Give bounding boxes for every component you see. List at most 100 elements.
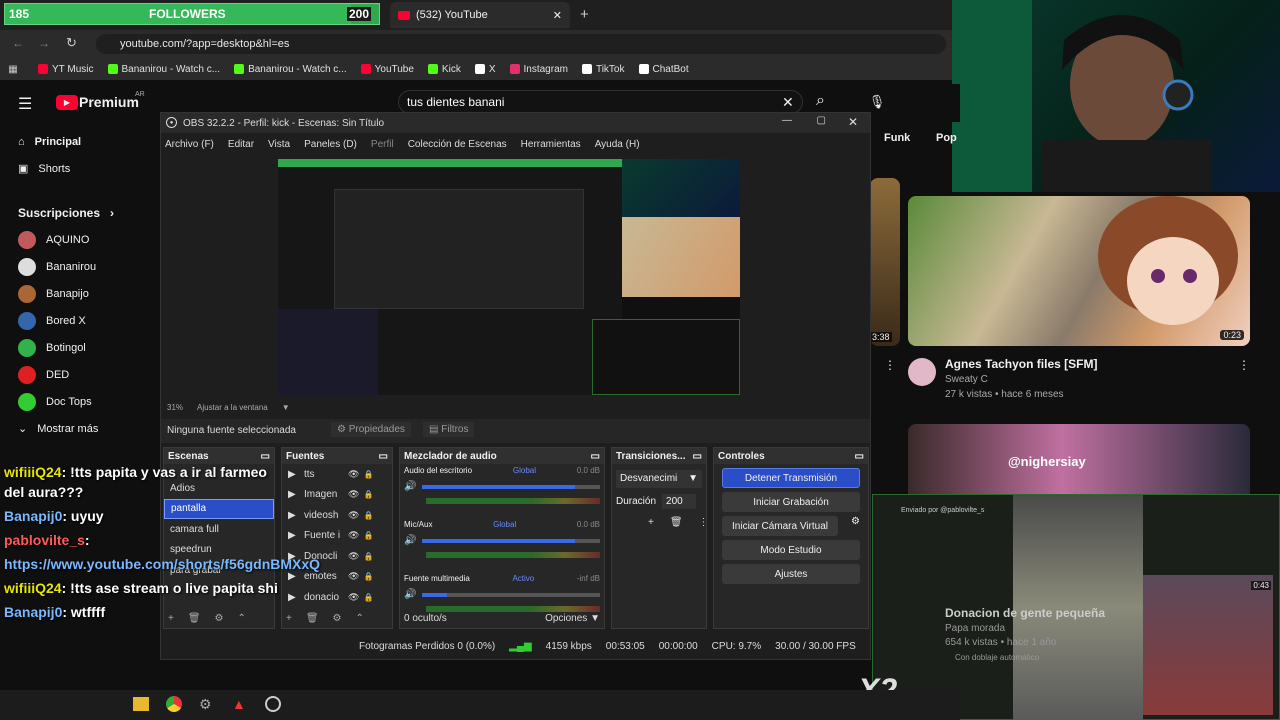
app-icon[interactable]: ⚙: [199, 696, 212, 713]
bookmark-item[interactable]: ChatBot: [638, 64, 689, 75]
dock-float-icon[interactable]: ▭: [855, 451, 864, 462]
studio-mode-button[interactable]: Modo Estudio: [722, 540, 860, 560]
bookmark-item[interactable]: Kick: [427, 64, 461, 75]
dock-float-icon[interactable]: ▭: [693, 451, 702, 462]
partial-video-thumbnail[interactable]: 3:38: [870, 178, 900, 346]
visibility-icon[interactable]: 👁: [348, 469, 359, 480]
obs-menu-item[interactable]: Vista: [268, 139, 290, 150]
chip-pop[interactable]: Pop: [936, 132, 957, 144]
file-explorer-icon[interactable]: [133, 697, 149, 711]
lock-icon[interactable]: 🔒: [363, 531, 373, 540]
obs-menu-item[interactable]: Paneles (D): [304, 139, 357, 150]
more-options-icon[interactable]: ⋮: [1238, 358, 1250, 372]
move-up-icon[interactable]: ⌃: [356, 613, 364, 624]
mic-icon[interactable]: 🎙: [866, 92, 888, 112]
remove-transition-icon[interactable]: 🗑: [670, 517, 683, 528]
close-icon[interactable]: ✕: [848, 115, 858, 129]
forward-icon[interactable]: →: [38, 36, 50, 50]
sidebar-item-principal[interactable]: ⌂ Principal: [0, 128, 160, 155]
obs-menu-item[interactable]: Editar: [228, 139, 254, 150]
bookmark-item[interactable]: Bananirou - Watch c...: [107, 64, 220, 75]
minimize-icon[interactable]: —: [782, 115, 792, 126]
app-icon[interactable]: ▲: [232, 696, 246, 712]
volume-slider[interactable]: [422, 538, 600, 543]
source-item[interactable]: ▶ donacio 👁 🔒: [282, 587, 392, 608]
subscription-item[interactable]: Bananirou: [0, 253, 160, 280]
source-item[interactable]: ▶ videosh 👁 🔒: [282, 505, 392, 526]
subscription-item[interactable]: Botingol: [0, 334, 160, 361]
visibility-icon[interactable]: 👁: [348, 489, 359, 500]
channel-tag[interactable]: Global: [493, 520, 516, 529]
stop-stream-button[interactable]: Detener Transmisión: [722, 468, 860, 488]
bookmark-item[interactable]: X: [474, 64, 496, 75]
obs-menu-item[interactable]: Herramientas: [521, 139, 581, 150]
youtube-premium-logo[interactable]: Premium: [79, 94, 139, 110]
options-button[interactable]: Opciones ▼: [545, 613, 600, 624]
obs-taskbar-icon[interactable]: [265, 696, 281, 712]
lock-icon[interactable]: 🔒: [363, 572, 373, 581]
duration-input[interactable]: 200: [662, 494, 697, 509]
video-thumbnail-donacion[interactable]: 0:43: [1143, 575, 1273, 715]
volume-slider[interactable]: [422, 592, 600, 597]
lock-icon[interactable]: 🔒: [363, 511, 373, 520]
channel-tag[interactable]: Global: [513, 466, 536, 475]
sidebar-item-shorts[interactable]: ▣ Shorts: [0, 155, 160, 182]
video-title[interactable]: Donacion de gente pequeña: [945, 606, 1105, 620]
video-channel[interactable]: Sweaty C: [945, 374, 988, 385]
reload-icon[interactable]: ↻: [66, 35, 77, 51]
bookmark-item[interactable]: Instagram: [509, 64, 568, 75]
youtube-logo-icon[interactable]: ▶: [56, 95, 78, 110]
subscription-item[interactable]: Bored X: [0, 307, 160, 334]
properties-button[interactable]: ⚙ Propiedades: [331, 422, 411, 437]
remove-source-icon[interactable]: 🗑: [306, 613, 319, 624]
new-tab-icon[interactable]: +: [580, 6, 589, 23]
bookmark-item[interactable]: YT Music: [38, 64, 94, 75]
subscription-item[interactable]: DED: [0, 361, 160, 388]
channel-tag[interactable]: Activo: [512, 574, 534, 583]
visibility-icon[interactable]: 👁: [348, 571, 359, 582]
obs-menu-item[interactable]: Archivo (F): [165, 139, 214, 150]
dock-float-icon[interactable]: ▭: [379, 451, 388, 462]
speaker-icon[interactable]: 🔊: [404, 481, 416, 492]
subscription-item[interactable]: Doc Tops: [0, 388, 160, 415]
lock-icon[interactable]: 🔒: [363, 490, 373, 499]
bookmark-item[interactable]: TikTok: [581, 64, 625, 75]
maximize-icon[interactable]: ▢: [817, 115, 826, 126]
zoom-level[interactable]: 31%: [167, 403, 183, 412]
subscription-item[interactable]: Banapijo: [0, 280, 160, 307]
bookmark-item[interactable]: Bananirou - Watch c...: [234, 64, 347, 75]
obs-menu-item[interactable]: Ayuda (H): [595, 139, 640, 150]
video-channel[interactable]: Papa morada: [945, 623, 1005, 634]
add-transition-icon[interactable]: +: [648, 517, 654, 528]
chrome-icon[interactable]: [166, 696, 182, 712]
more-options-icon[interactable]: ⋮: [884, 358, 896, 372]
speaker-icon[interactable]: 🔊: [404, 535, 416, 546]
start-recording-button[interactable]: Iniciar Grabación: [722, 492, 860, 512]
volume-slider[interactable]: [422, 484, 600, 489]
channel-avatar[interactable]: [908, 358, 936, 386]
fit-window-label[interactable]: Ajustar a la ventana: [197, 403, 268, 412]
video-title[interactable]: Agnes Tachyon files [SFM]: [945, 357, 1097, 371]
search-input[interactable]: tus dientes banani: [398, 90, 803, 114]
transition-select[interactable]: Desvanecimi ▼: [616, 470, 702, 488]
lock-icon[interactable]: 🔒: [363, 552, 373, 561]
chevron-down-icon[interactable]: ▼: [282, 403, 290, 412]
address-bar[interactable]: youtube.com/?app=desktop&hl=es: [96, 34, 946, 54]
back-icon[interactable]: ←: [12, 36, 24, 50]
visibility-icon[interactable]: 👁: [348, 592, 359, 603]
virtual-camera-button[interactable]: Iniciar Cámara Virtual: [722, 516, 838, 536]
subscriptions-header[interactable]: Suscripciones ›: [0, 199, 160, 226]
obs-menu-item[interactable]: Colección de Escenas: [408, 139, 507, 150]
search-icon[interactable]: ⌕: [816, 92, 825, 110]
browser-tab[interactable]: (532) YouTube ✕: [390, 2, 570, 28]
clear-search-icon[interactable]: ✕: [782, 94, 794, 111]
close-tab-icon[interactable]: ✕: [553, 9, 562, 22]
speaker-icon[interactable]: 🔊: [404, 589, 416, 600]
source-item[interactable]: ▶ Fuente i 👁 🔒: [282, 526, 392, 547]
show-more-button[interactable]: ⌄ Mostrar más: [0, 415, 160, 442]
more-options-icon[interactable]: ⋮: [699, 517, 709, 528]
menu-icon[interactable]: ☰: [18, 94, 32, 114]
gear-icon[interactable]: ⚙: [851, 516, 860, 527]
lock-icon[interactable]: 🔒: [363, 470, 373, 479]
source-properties-icon[interactable]: ⚙: [333, 613, 342, 624]
